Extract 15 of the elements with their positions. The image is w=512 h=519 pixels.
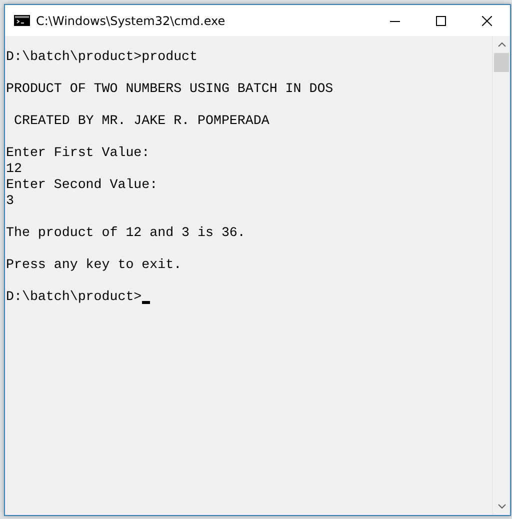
close-icon [482,16,492,26]
console-line: Enter First Value: [6,145,150,161]
window-title: C:\Windows\System32\cmd.exe [36,14,226,28]
console-line: Enter Second Value: [6,177,158,193]
console-line: Press any key to exit. [6,257,182,273]
console-line: 3 [6,193,14,209]
console-line: D:\batch\product>product [6,49,198,65]
console-line: PRODUCT OF TWO NUMBERS USING BATCH IN DOS [6,81,334,97]
console-icon [14,15,30,26]
console-line: CREATED BY MR. JAKE R. POMPERADA [12,113,270,129]
console-line: D:\batch\product> [6,289,142,305]
maximize-icon [436,16,446,26]
scrollbar-thumb[interactable] [494,53,509,72]
console-line: 12 [6,161,22,177]
console-line: The product of 12 and 3 is 36. [6,225,246,241]
